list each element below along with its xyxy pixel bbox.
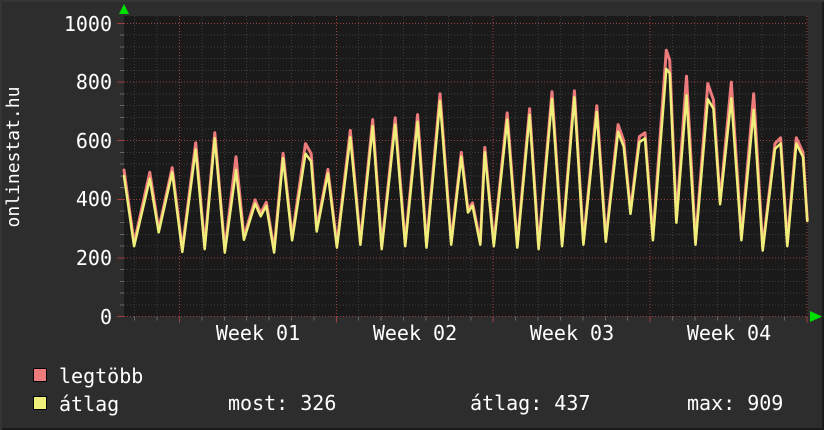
y-axis-arrow-icon [119,4,129,14]
stat-max: max: 909 [687,391,784,415]
stat-átlag: átlag: 437 [470,391,591,415]
legend-label: legtöbb [59,364,144,388]
legend-swatch-icon [33,368,47,382]
y-tick-label: 600 [75,129,112,153]
y-tick-label: 800 [75,70,112,94]
x-tick-label: Week 02 [372,321,458,345]
y-tick-label: 0 [99,305,112,329]
x-tick-label: Week 03 [529,321,615,345]
x-axis-arrow-icon [810,311,822,322]
legend-swatch-icon [33,396,47,410]
x-tick-label: Week 01 [215,321,301,345]
rrd-graph: onlinestat.hu 0 200 400 600 800 1000 Week 01 W… [0,0,824,430]
y-tick-label: 1000 [63,12,112,36]
legend-label: átlag [59,392,120,416]
plot-area [124,16,808,317]
y-tick-label: 200 [75,246,112,270]
x-tick-label: Week 04 [686,321,772,345]
stat-most: most: 326 [228,391,337,415]
y-tick-label: 400 [75,187,112,211]
